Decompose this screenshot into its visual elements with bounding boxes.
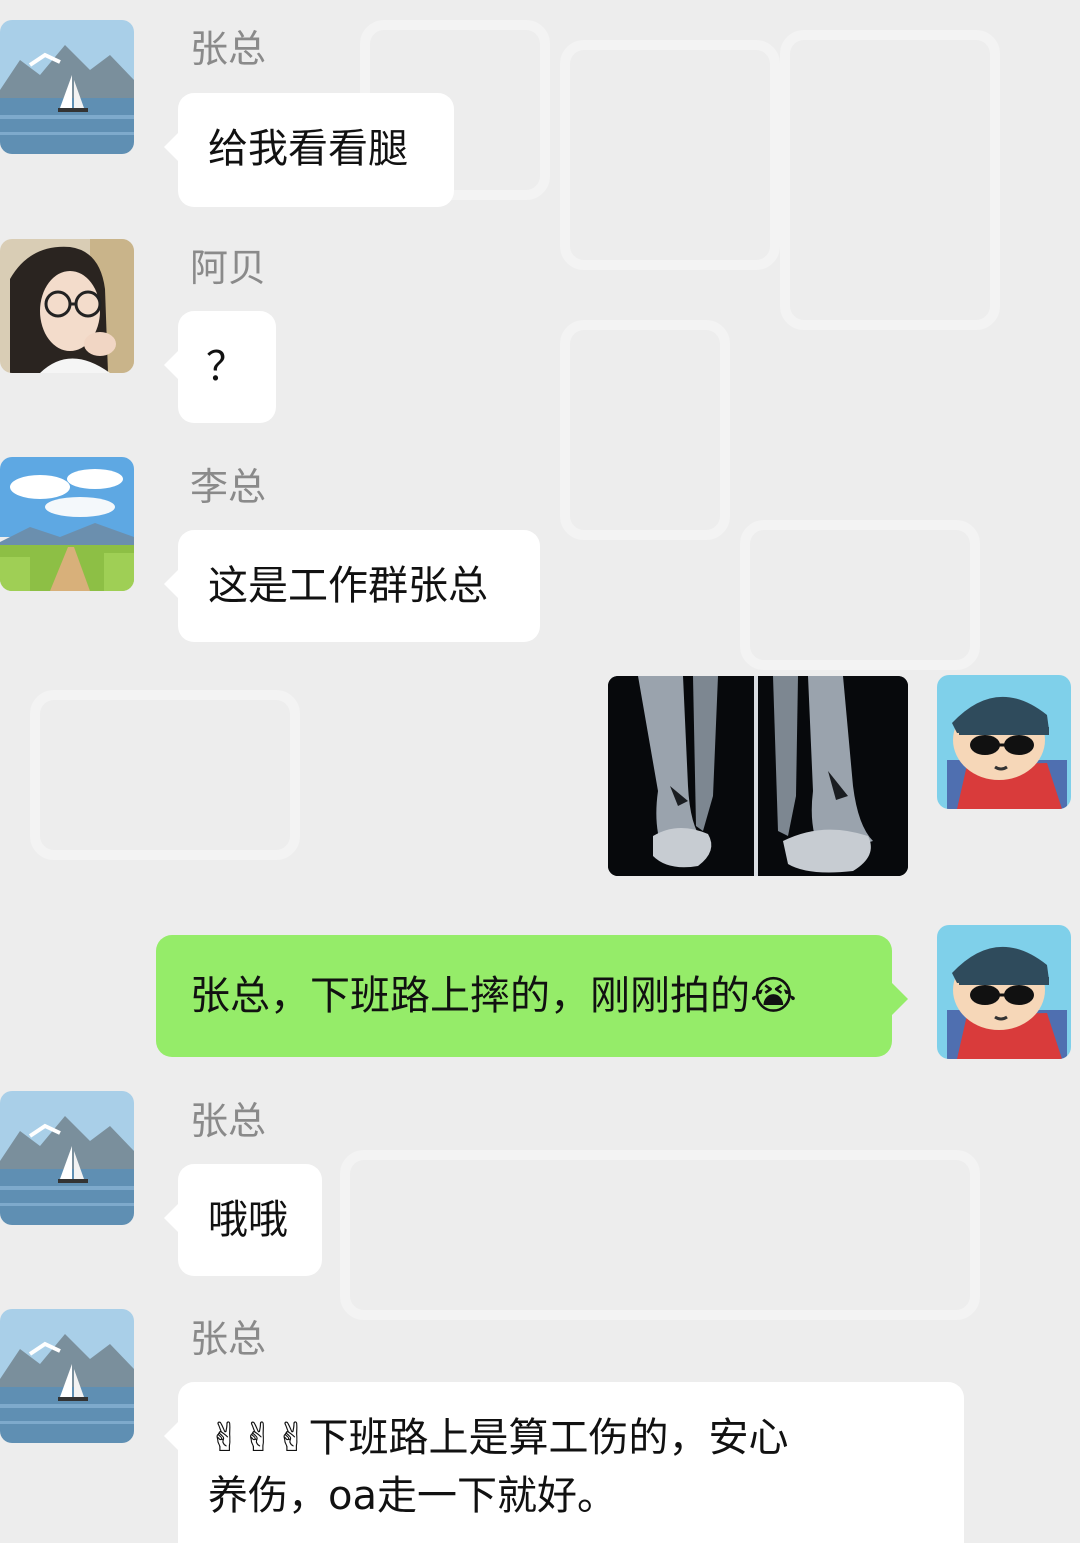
sailboat-lake-avatar-icon [0,20,134,154]
watermark [740,520,980,670]
sender-name: 张总 [190,1099,267,1143]
girl-glasses-avatar-icon [0,239,134,373]
sender-name: 李总 [190,465,267,509]
message-text: 这是工作群张总 [208,563,488,609]
chat-window: 张总 给我看看腿 阿贝 ？ 李总 这是工作群张总 张总，下班路上摔的，刚刚拍的😭… [0,0,1080,1543]
cartoon-boy-sunglasses-avatar-icon [937,925,1071,1059]
message-text: 给我看看腿 [208,126,408,172]
avatar-zhang[interactable] [0,1091,134,1225]
avatar-zhang[interactable] [0,20,134,154]
message-text: ？ [206,344,246,390]
message-text: 哦哦 [208,1197,288,1243]
message-bubble[interactable]: 给我看看腿 [164,93,454,207]
xray-image-message[interactable] [608,676,908,876]
avatar-zhang[interactable] [0,1309,134,1443]
avatar-li[interactable] [0,457,134,591]
watermark [780,30,1000,330]
sailboat-lake-avatar-icon [0,1309,134,1443]
sender-name: 张总 [190,27,267,71]
message-bubble[interactable]: 哦哦 [164,1164,322,1276]
message-line-1: ✌✌✌下班路上是算工伤的，安心 [208,1410,934,1466]
country-road-avatar-icon [0,457,134,591]
message-text: 下班路上是算工伤的，安心 [308,1415,789,1461]
crying-face-icon: 😭 [750,973,797,1019]
message-bubble-outgoing[interactable]: 张总，下班路上摔的，刚刚拍的😭 [156,935,908,1057]
message-bubble[interactable]: 这是工作群张总 [164,530,540,642]
message-line-2: 养伤，oa走一下就好。 [208,1473,617,1519]
message-text: 张总，下班路上摔的，刚刚拍的 [190,973,750,1019]
watermark [340,1150,980,1320]
victory-hand-icon: ✌✌✌ [208,1415,309,1461]
avatar-abei[interactable] [0,239,134,373]
sender-name: 张总 [190,1317,267,1361]
sender-name: 阿贝 [190,246,267,290]
message-bubble[interactable]: ✌✌✌下班路上是算工伤的，安心 养伤，oa走一下就好。 [164,1382,964,1543]
avatar-me[interactable] [937,675,1071,809]
cartoon-boy-sunglasses-avatar-icon [937,675,1071,809]
sailboat-lake-avatar-icon [0,1091,134,1225]
message-bubble[interactable]: ？ [164,311,276,423]
watermark [30,690,300,860]
avatar-me[interactable] [937,925,1071,1059]
watermark [560,40,780,270]
watermark [560,320,730,540]
leg-xray-image-icon [608,676,908,876]
